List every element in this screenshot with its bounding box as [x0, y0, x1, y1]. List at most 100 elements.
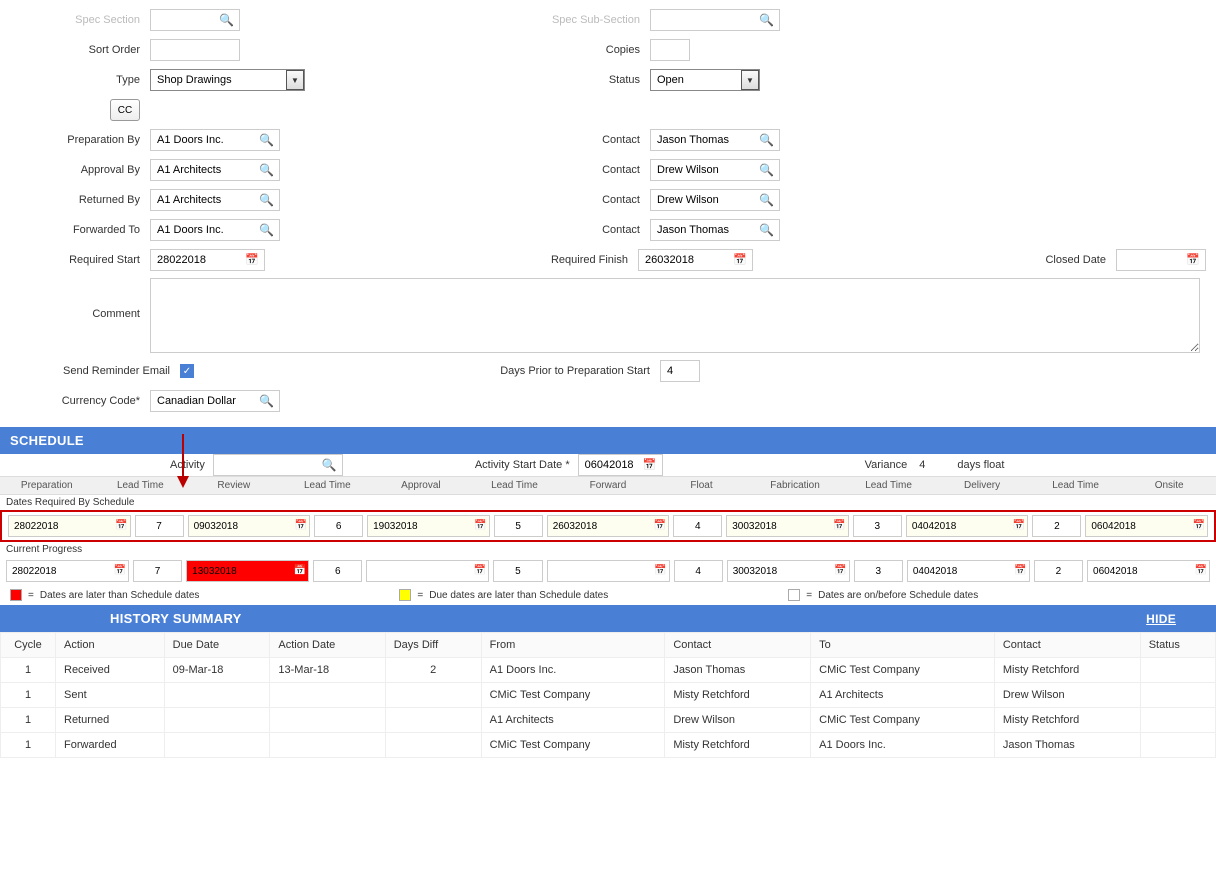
calendar-icon[interactable]: 📅	[654, 565, 666, 576]
prog-approval-date[interactable]	[366, 560, 489, 582]
req-lt4[interactable]	[853, 515, 902, 537]
calendar-icon[interactable]: 📅	[474, 520, 486, 531]
schedule-legend: =Dates are later than Schedule dates =Du…	[0, 585, 1216, 605]
search-icon[interactable]: 🔍	[759, 193, 774, 207]
calendar-icon[interactable]: 📅	[1195, 565, 1207, 576]
calendar-icon[interactable]: 📅	[245, 253, 259, 266]
calendar-icon[interactable]: 📅	[1014, 565, 1026, 576]
calendar-icon[interactable]: 📅	[643, 458, 657, 471]
copies-label: Copies	[510, 44, 650, 56]
prog-lt3[interactable]	[493, 560, 542, 582]
search-icon[interactable]: 🔍	[259, 394, 274, 408]
current-progress-label: Current Progress	[0, 542, 1216, 557]
table-row[interactable]: 1ReturnedA1 ArchitectsDrew WilsonCMiC Te…	[1, 708, 1216, 733]
search-icon[interactable]: 🔍	[322, 458, 337, 472]
chevron-down-icon[interactable]: ▼	[741, 70, 759, 90]
dates-required-label: Dates Required By Schedule	[0, 495, 1216, 510]
status-select[interactable]: ▼	[650, 69, 760, 91]
calendar-icon[interactable]: 📅	[294, 565, 306, 576]
table-row[interactable]: 1ForwardedCMiC Test CompanyMisty Retchfo…	[1, 733, 1216, 758]
send-reminder-checkbox[interactable]: ✓	[180, 364, 194, 378]
req-approval-date[interactable]	[367, 515, 490, 537]
req-lt5[interactable]	[1032, 515, 1081, 537]
req-review-date[interactable]	[188, 515, 311, 537]
table-row[interactable]: 1Received09-Mar-1813-Mar-182A1 Doors Inc…	[1, 658, 1216, 683]
sort-order-input[interactable]	[150, 39, 240, 61]
prog-onsite-date[interactable]	[1087, 560, 1210, 582]
calendar-icon[interactable]: 📅	[733, 253, 747, 266]
chevron-down-icon[interactable]: ▼	[286, 70, 304, 90]
calendar-icon[interactable]: 📅	[833, 520, 845, 531]
calendar-icon[interactable]: 📅	[474, 565, 486, 576]
legend-white-swatch	[788, 589, 800, 601]
activity-label: Activity	[170, 459, 205, 471]
send-reminder-label: Send Reminder Email	[10, 365, 180, 377]
variance-label: Variance	[865, 459, 908, 471]
sort-order-label: Sort Order	[10, 44, 150, 56]
prog-lt1[interactable]	[133, 560, 182, 582]
search-icon[interactable]: 🔍	[259, 133, 274, 147]
spec-section-label: Spec Section	[10, 14, 150, 26]
calendar-icon[interactable]: 📅	[114, 565, 126, 576]
required-start-label: Required Start	[10, 254, 150, 266]
schedule-column-headers: PreparationLead Time ReviewLead Time App…	[0, 476, 1216, 495]
variance-value: 4	[919, 459, 925, 471]
days-prior-input[interactable]	[660, 360, 700, 382]
contact-label: Contact	[510, 224, 650, 236]
type-select[interactable]: ▼	[150, 69, 305, 91]
table-row[interactable]: 1SentCMiC Test CompanyMisty RetchfordA1 …	[1, 683, 1216, 708]
search-icon[interactable]: 🔍	[259, 163, 274, 177]
comment-label: Comment	[10, 278, 150, 320]
contact-label: Contact	[510, 194, 650, 206]
search-icon[interactable]: 🔍	[219, 13, 234, 27]
closed-date-label: Closed Date	[1026, 254, 1116, 266]
prog-fabrication-date[interactable]	[727, 560, 850, 582]
preparation-by-label: Preparation By	[10, 134, 150, 146]
prog-lt2[interactable]	[313, 560, 362, 582]
req-forward-date[interactable]	[547, 515, 670, 537]
returned-by-label: Returned By	[10, 194, 150, 206]
required-finish-label: Required Finish	[498, 254, 638, 266]
calendar-icon[interactable]: 📅	[1186, 253, 1200, 266]
req-float[interactable]	[673, 515, 722, 537]
prog-delivery-date[interactable]	[907, 560, 1030, 582]
cc-button[interactable]: CC	[110, 99, 140, 121]
req-lt3[interactable]	[494, 515, 543, 537]
req-preparation-date[interactable]	[8, 515, 131, 537]
days-prior-label: Days Prior to Preparation Start	[490, 365, 660, 377]
calendar-icon[interactable]: 📅	[1013, 520, 1025, 531]
schedule-section-header: SCHEDULE	[0, 427, 1216, 454]
prog-review-date[interactable]	[186, 560, 309, 582]
req-lt2[interactable]	[314, 515, 363, 537]
prog-forward-date[interactable]	[547, 560, 670, 582]
search-icon[interactable]: 🔍	[759, 133, 774, 147]
calendar-icon[interactable]: 📅	[115, 520, 127, 531]
prog-lt5[interactable]	[1034, 560, 1083, 582]
schedule-progress-row: 📅 📅 📅 📅 📅 📅 📅	[0, 557, 1216, 585]
hide-link[interactable]: HIDE	[1146, 612, 1206, 626]
days-float-label: days float	[957, 459, 1004, 471]
currency-code-label: Currency Code*	[10, 395, 150, 407]
req-fabrication-date[interactable]	[726, 515, 849, 537]
history-table: Cycle Action Due Date Action Date Days D…	[0, 632, 1216, 758]
req-onsite-date[interactable]	[1085, 515, 1208, 537]
forwarded-to-label: Forwarded To	[10, 224, 150, 236]
comment-textarea[interactable]	[150, 278, 1200, 353]
calendar-icon[interactable]: 📅	[834, 565, 846, 576]
prog-lt4[interactable]	[854, 560, 903, 582]
calendar-icon[interactable]: 📅	[1192, 520, 1204, 531]
prog-float[interactable]	[674, 560, 723, 582]
copies-input[interactable]	[650, 39, 690, 61]
search-icon[interactable]: 🔍	[259, 223, 274, 237]
calendar-icon[interactable]: 📅	[295, 520, 307, 531]
calendar-icon[interactable]: 📅	[654, 520, 666, 531]
search-icon[interactable]: 🔍	[759, 223, 774, 237]
prog-preparation-date[interactable]	[6, 560, 129, 582]
req-delivery-date[interactable]	[906, 515, 1029, 537]
req-lt1[interactable]	[135, 515, 184, 537]
contact-label: Contact	[510, 134, 650, 146]
search-icon[interactable]: 🔍	[759, 13, 774, 27]
search-icon[interactable]: 🔍	[759, 163, 774, 177]
contact-label: Contact	[510, 164, 650, 176]
search-icon[interactable]: 🔍	[259, 193, 274, 207]
